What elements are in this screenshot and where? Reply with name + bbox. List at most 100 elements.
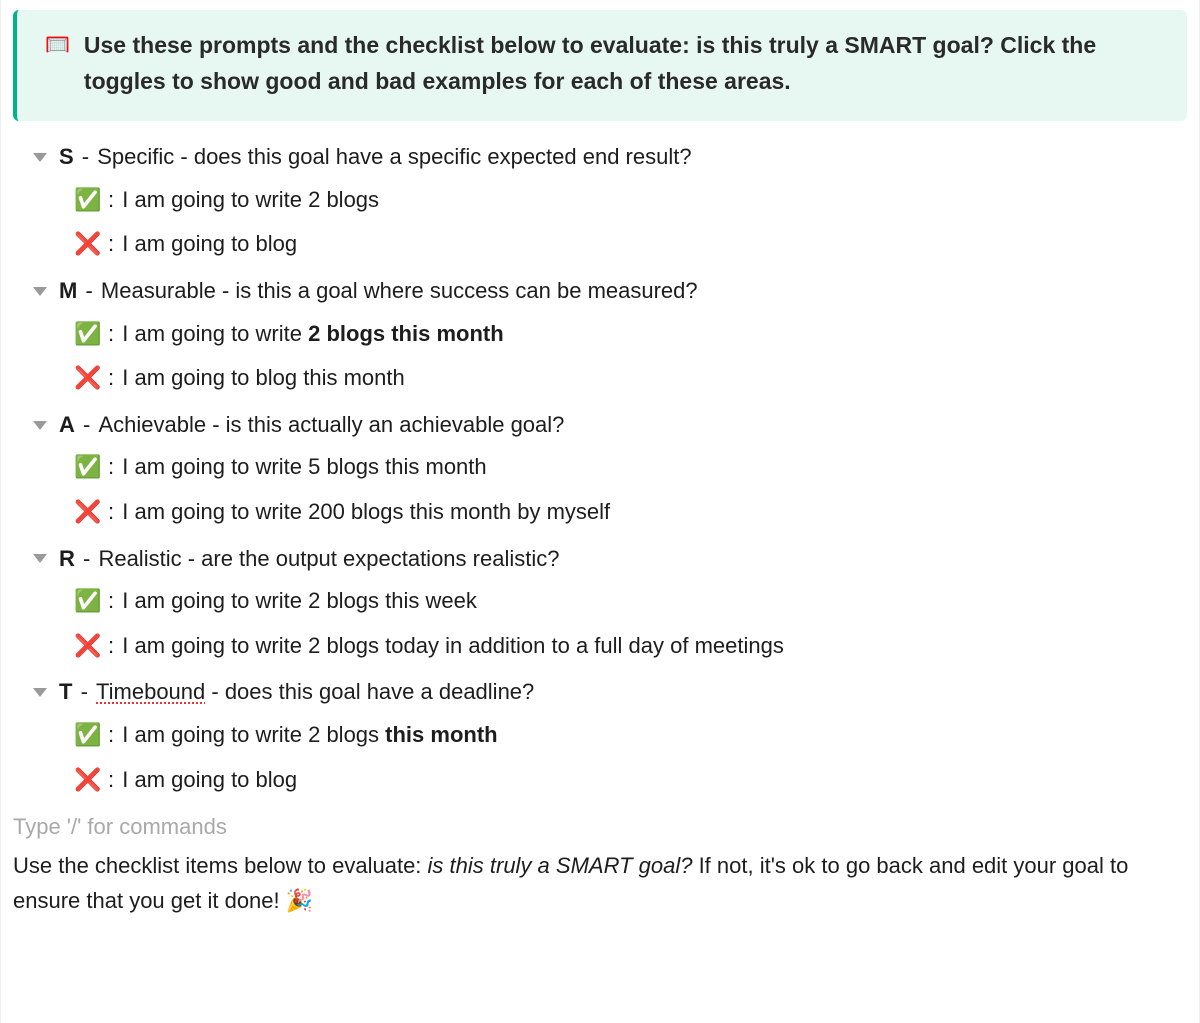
bad-text: : I am going to blog	[108, 230, 297, 259]
good-text: : I am going to write 2 blogs this month	[108, 721, 498, 750]
colon: :	[108, 588, 120, 613]
bad-text: : I am going to blog	[108, 766, 297, 795]
good-bold: 2 blogs this month	[308, 321, 504, 346]
bad-value: I am going to blog this month	[122, 365, 405, 390]
bad-text: : I am going to blog this month	[108, 364, 405, 393]
footer-before: Use the checklist items below to evaluat…	[13, 853, 428, 878]
footer-text: Use the checklist items below to evaluat…	[13, 844, 1187, 918]
good-prefix: I am going to write 5 blogs this month	[122, 454, 486, 479]
colon: :	[108, 767, 120, 792]
separator: -	[79, 278, 99, 303]
toggle-title: Achievable - is this actually an achieva…	[98, 412, 564, 437]
toggle-label: R - Realistic - are the output expectati…	[59, 545, 559, 574]
chevron-down-icon[interactable]	[33, 287, 47, 296]
toggle-title: Specific - does this goal have a specifi…	[97, 144, 691, 169]
check-icon: ✅	[74, 453, 98, 482]
smart-item: S - Specific - does this goal have a spe…	[35, 135, 1187, 267]
bad-example: ❌: I am going to blog	[74, 758, 1187, 803]
check-icon: ✅	[74, 721, 98, 750]
smart-item: A - Achievable - is this actually an ach…	[35, 403, 1187, 535]
toggle-title-rest: - does this goal have a deadline?	[205, 679, 534, 704]
toggle-row[interactable]: T - Timebound - does this goal have a de…	[35, 670, 1187, 713]
footer-italic: is this truly a SMART goal?	[428, 853, 693, 878]
colon: :	[108, 633, 120, 658]
bad-text: : I am going to write 200 blogs this mon…	[108, 498, 610, 527]
smart-letter: R	[59, 546, 75, 571]
good-example: ✅: I am going to write 2 blogs this mont…	[74, 312, 1187, 357]
toggle-row[interactable]: A - Achievable - is this actually an ach…	[35, 403, 1187, 446]
good-prefix: I am going to write 2 blogs	[122, 722, 385, 747]
good-prefix: I am going to write	[122, 321, 308, 346]
editor-input[interactable]: Type '/' for commands	[13, 804, 1187, 844]
colon: :	[108, 321, 120, 346]
bad-example: ❌: I am going to blog	[74, 222, 1187, 267]
smart-item: R - Realistic - are the output expectati…	[35, 537, 1187, 669]
smart-letter: S	[59, 144, 74, 169]
toggle-label: T - Timebound - does this goal have a de…	[59, 678, 534, 707]
bad-example: ❌: I am going to write 2 blogs today in …	[74, 624, 1187, 669]
example-group: ✅: I am going to write 2 blogs❌: I am go…	[35, 178, 1187, 267]
bad-value: I am going to write 200 blogs this month…	[122, 499, 610, 524]
check-icon: ✅	[74, 186, 98, 215]
goal-icon: 🥅	[45, 32, 70, 57]
smart-letter: T	[59, 679, 72, 704]
good-text: : I am going to write 2 blogs this month	[108, 320, 504, 349]
cross-icon: ❌	[74, 230, 98, 259]
smart-letter: M	[59, 278, 77, 303]
bad-value: I am going to write 2 blogs today in add…	[122, 633, 784, 658]
chevron-down-icon[interactable]	[33, 554, 47, 563]
cross-icon: ❌	[74, 766, 98, 795]
chevron-down-icon[interactable]	[33, 421, 47, 430]
cross-icon: ❌	[74, 498, 98, 527]
toggle-title: Measurable - is this a goal where succes…	[101, 278, 698, 303]
callout-text: Use these prompts and the checklist belo…	[84, 28, 1159, 99]
bad-value: I am going to blog	[122, 231, 297, 256]
separator: -	[77, 412, 97, 437]
colon: :	[108, 499, 120, 524]
colon: :	[108, 722, 120, 747]
toggle-title: Realistic - are the output expectations …	[98, 546, 559, 571]
good-prefix: I am going to write 2 blogs this week	[122, 588, 477, 613]
colon: :	[108, 231, 120, 256]
toggle-row[interactable]: S - Specific - does this goal have a spe…	[35, 135, 1187, 178]
chevron-down-icon[interactable]	[33, 153, 47, 162]
chevron-down-icon[interactable]	[33, 688, 47, 697]
toggle-label: S - Specific - does this goal have a spe…	[59, 143, 692, 172]
separator: -	[74, 679, 94, 704]
cross-icon: ❌	[74, 632, 98, 661]
good-text: : I am going to write 2 blogs	[108, 186, 379, 215]
good-text: : I am going to write 5 blogs this month	[108, 453, 487, 482]
callout-box: 🥅 Use these prompts and the checklist be…	[13, 10, 1187, 121]
smart-list: S - Specific - does this goal have a spe…	[13, 135, 1187, 802]
colon: :	[108, 187, 120, 212]
bad-value: I am going to blog	[122, 767, 297, 792]
good-bold: this month	[385, 722, 497, 747]
example-group: ✅: I am going to write 5 blogs this mont…	[35, 445, 1187, 534]
toggle-label: A - Achievable - is this actually an ach…	[59, 411, 564, 440]
toggle-label: M - Measurable - is this a goal where su…	[59, 277, 698, 306]
bad-text: : I am going to write 2 blogs today in a…	[108, 632, 784, 661]
smart-letter: A	[59, 412, 75, 437]
example-group: ✅: I am going to write 2 blogs this mont…	[35, 713, 1187, 802]
good-example: ✅: I am going to write 2 blogs	[74, 178, 1187, 223]
example-group: ✅: I am going to write 2 blogs this week…	[35, 579, 1187, 668]
colon: :	[108, 454, 120, 479]
callout-content: 🥅 Use these prompts and the checklist be…	[45, 28, 1159, 99]
toggle-row[interactable]: M - Measurable - is this a goal where su…	[35, 269, 1187, 312]
good-text: : I am going to write 2 blogs this week	[108, 587, 477, 616]
example-group: ✅: I am going to write 2 blogs this mont…	[35, 312, 1187, 401]
toggle-row[interactable]: R - Realistic - are the output expectati…	[35, 537, 1187, 580]
colon: :	[108, 365, 120, 390]
check-icon: ✅	[74, 320, 98, 349]
bad-example: ❌: I am going to blog this month	[74, 356, 1187, 401]
good-example: ✅: I am going to write 5 blogs this mont…	[74, 445, 1187, 490]
good-example: ✅: I am going to write 2 blogs this mont…	[74, 713, 1187, 758]
bad-example: ❌: I am going to write 200 blogs this mo…	[74, 490, 1187, 535]
smart-item: T - Timebound - does this goal have a de…	[35, 670, 1187, 802]
spellcheck-word: Timebound	[96, 679, 205, 704]
good-prefix: I am going to write 2 blogs	[122, 187, 379, 212]
separator: -	[76, 144, 96, 169]
cross-icon: ❌	[74, 364, 98, 393]
check-icon: ✅	[74, 587, 98, 616]
page: 🥅 Use these prompts and the checklist be…	[0, 0, 1200, 1023]
